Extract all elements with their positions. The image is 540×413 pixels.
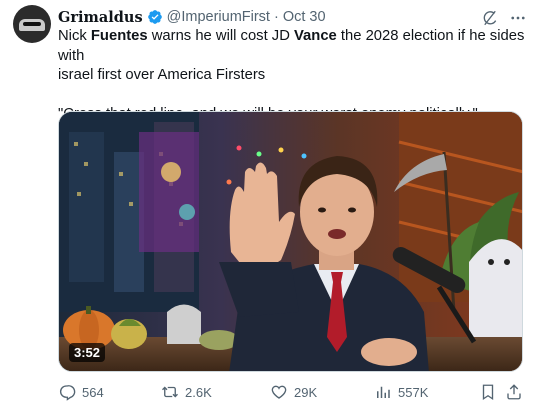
views-count: 557K: [398, 384, 429, 400]
tweet-date[interactable]: Oct 30: [283, 9, 326, 25]
video-duration: 3:52: [69, 343, 106, 362]
bookmark-icon: [482, 384, 494, 401]
tweet-text: Nick Fuentes warns he will cost JD Vance…: [58, 27, 528, 125]
bookmark-button[interactable]: [479, 381, 497, 403]
avatar-visor: [23, 22, 41, 26]
tweet-header: Grimaldus @ImperiumFirst · Oct 30: [58, 7, 326, 27]
author-handle[interactable]: @ImperiumFirst: [167, 9, 270, 25]
views-icon: [377, 386, 390, 398]
repost-icon: [162, 386, 178, 398]
tweet[interactable]: Grimaldus @ImperiumFirst · Oct 30 Nick F…: [0, 0, 540, 413]
reply-button[interactable]: 564: [58, 381, 104, 403]
share-button[interactable]: [505, 381, 523, 403]
like-icon: [271, 385, 287, 399]
tweet-line-1: Nick Fuentes warns he will cost JD Vance…: [58, 28, 525, 64]
grok-icon[interactable]: [481, 9, 499, 27]
action-bar: 564 2.6K 29K 557K: [58, 381, 526, 403]
more-icon[interactable]: [509, 9, 527, 27]
repost-count: 2.6K: [185, 384, 212, 400]
video-player[interactable]: 3:52: [58, 111, 523, 372]
like-button[interactable]: 29K: [270, 381, 317, 403]
author-name[interactable]: Grimaldus: [58, 9, 143, 26]
tweet-line-2: israel first over America Firsters: [58, 67, 266, 83]
reply-icon: [60, 385, 76, 401]
verified-badge-icon: [147, 10, 162, 24]
like-count: 29K: [294, 384, 318, 400]
highlight-vance: Vance: [294, 28, 337, 44]
highlight-fuentes: Fuentes: [90, 28, 148, 44]
separator-dot: ·: [273, 9, 279, 25]
video-thumbnail: [59, 112, 522, 371]
share-icon: [507, 384, 521, 400]
avatar[interactable]: [13, 5, 51, 43]
reply-count: 564: [82, 384, 104, 400]
repost-button[interactable]: 2.6K: [161, 381, 212, 403]
views-button[interactable]: 557K: [374, 381, 428, 403]
